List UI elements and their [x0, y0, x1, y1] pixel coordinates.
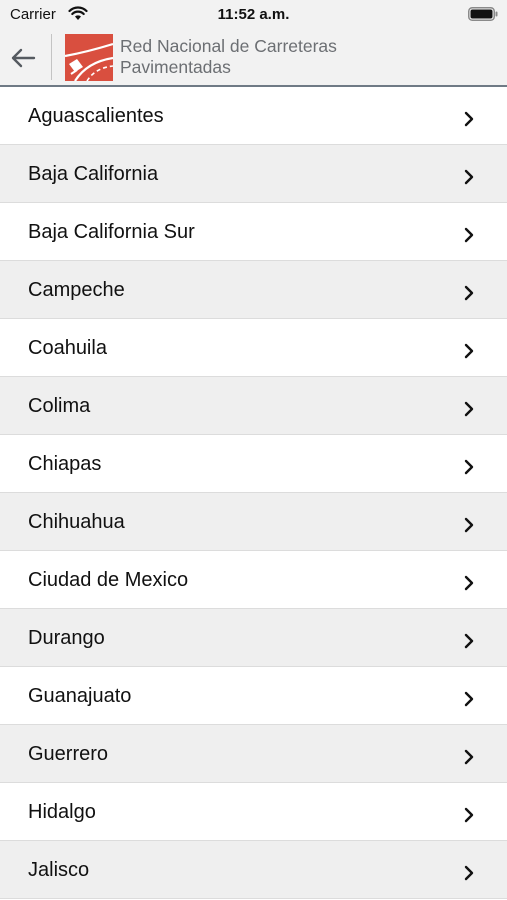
chevron-right-icon [464, 343, 474, 359]
state-label: Coahuila [28, 337, 107, 359]
list-item[interactable]: Ciudad de Mexico [0, 551, 507, 609]
chevron-right-icon [464, 169, 474, 185]
chevron-right-icon [464, 459, 474, 475]
list-item[interactable]: Aguascalientes [0, 87, 507, 145]
list-item[interactable]: Baja California [0, 145, 507, 203]
state-label: Colima [28, 395, 91, 417]
chevron-right-icon [464, 227, 474, 243]
list-item[interactable]: Chihuahua [0, 493, 507, 551]
list-item[interactable]: Guanajuato [0, 667, 507, 725]
list-item[interactable]: Coahuila [0, 319, 507, 377]
chevron-right-icon [464, 807, 474, 823]
state-label: Chihuahua [28, 511, 125, 533]
state-label: Baja California [28, 163, 159, 185]
status-time: 11:52 a.m. [217, 6, 290, 23]
state-label: Ciudad de Mexico [28, 569, 189, 591]
app-title: Red Nacional de Carreteras Pavimentadas [120, 36, 337, 77]
list-item[interactable]: Colima [0, 377, 507, 435]
navigation-bar: Red Nacional de Carreteras Pavimentadas [0, 30, 507, 87]
state-label: Chiapas [28, 453, 102, 475]
list-item[interactable]: Jalisco [0, 841, 507, 899]
back-button[interactable] [6, 42, 40, 74]
chevron-right-icon [464, 285, 474, 301]
chevron-right-icon [464, 401, 474, 417]
chevron-right-icon [464, 749, 474, 765]
battery-icon [468, 7, 498, 21]
state-label: Hidalgo [28, 801, 96, 823]
chevron-right-icon [464, 633, 474, 649]
chevron-right-icon [464, 517, 474, 533]
state-label: Guanajuato [28, 685, 132, 707]
chevron-right-icon [464, 575, 474, 591]
state-label: Guerrero [28, 743, 109, 765]
list-item[interactable]: Chiapas [0, 435, 507, 493]
road-logo-icon [65, 34, 113, 81]
list-item[interactable]: Baja California Sur [0, 203, 507, 261]
arrow-left-icon [11, 48, 36, 68]
state-list: Aguascalientes Baja California Baja Califo… [0, 87, 507, 899]
chevron-right-icon [464, 865, 474, 881]
list-item[interactable]: Guerrero [0, 725, 507, 783]
state-label: Durango [28, 627, 105, 649]
state-label: Campeche [28, 279, 125, 301]
list-item[interactable]: Durango [0, 609, 507, 667]
nav-divider [51, 34, 52, 80]
chevron-right-icon [464, 111, 474, 127]
state-label: Aguascalientes [28, 105, 164, 127]
state-label: Jalisco [28, 859, 90, 881]
list-item[interactable]: Campeche [0, 261, 507, 319]
state-label: Baja California Sur [28, 221, 195, 243]
list-item[interactable]: Hidalgo [0, 783, 507, 841]
chevron-right-icon [464, 691, 474, 707]
status-bar: Carrier 11:52 a.m. [0, 0, 507, 30]
